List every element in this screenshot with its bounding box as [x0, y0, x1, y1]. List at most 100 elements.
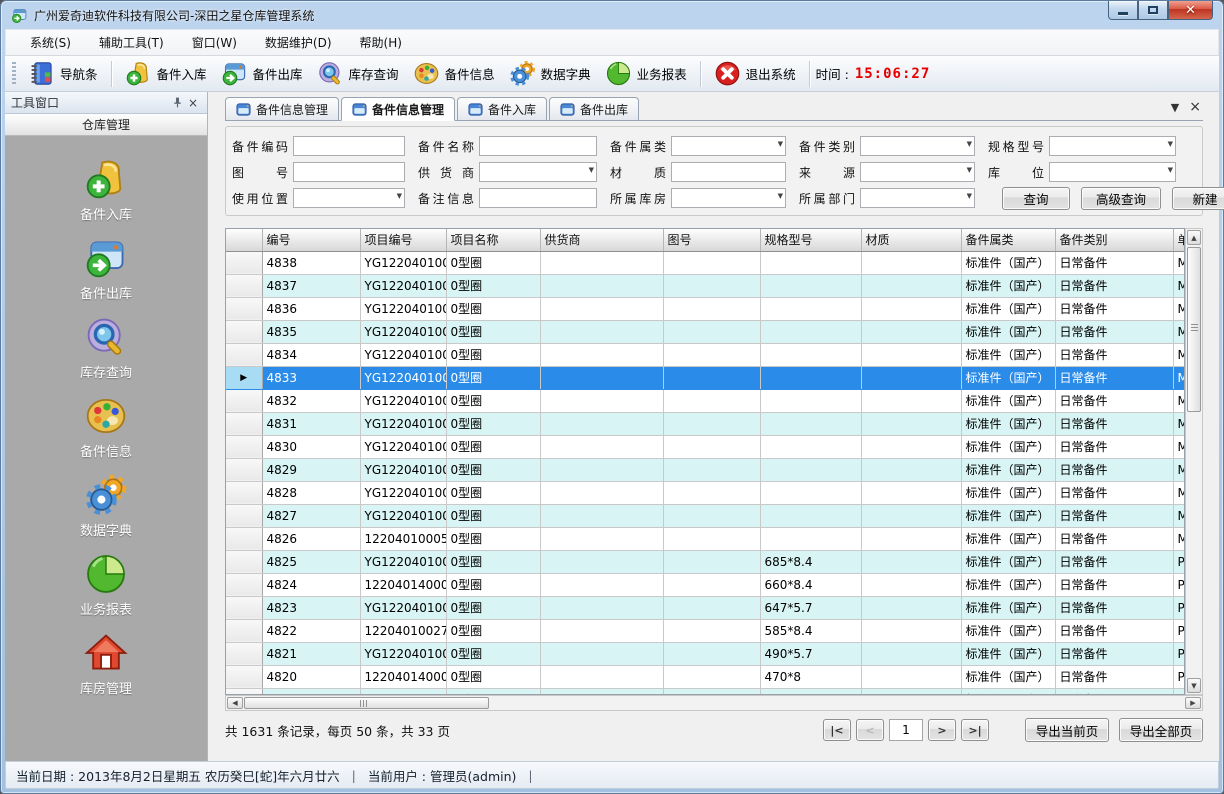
row-selector[interactable]: [226, 688, 262, 695]
sidebar-item-spare-out[interactable]: 备件出库: [31, 229, 181, 308]
scroll-left-icon[interactable]: ◀: [227, 697, 243, 709]
tab-close-button[interactable]: ×: [1189, 100, 1201, 114]
column-header[interactable]: 图号: [663, 229, 760, 251]
row-selector[interactable]: [226, 389, 262, 412]
row-selector[interactable]: [226, 665, 262, 688]
spec-model-select[interactable]: ▼: [1049, 136, 1176, 156]
tab-list-dropdown-button[interactable]: ▼: [1171, 102, 1179, 113]
vertical-scroll-thumb[interactable]: [1187, 247, 1201, 412]
column-header[interactable]: 单位: [1173, 229, 1185, 251]
table-row[interactable]: 4825YG122040100810型圈685*8.4标准件（国产）日常备件PC: [226, 550, 1185, 573]
toolbar-spare-in[interactable]: 备件入库: [118, 57, 214, 90]
export-all-pages-button[interactable]: 导出全部页: [1119, 718, 1203, 742]
supplier-select[interactable]: ▼: [479, 162, 597, 182]
column-header[interactable]: 备件类别: [1055, 229, 1173, 251]
tab-spare-in[interactable]: 备件入库: [457, 97, 547, 120]
part-category-select[interactable]: ▼: [671, 136, 786, 156]
row-selector[interactable]: ▶: [226, 366, 262, 389]
part-code-input[interactable]: [293, 136, 405, 156]
remark-input[interactable]: [479, 188, 597, 208]
sidebar-item-inventory-search[interactable]: 库存查询: [31, 308, 181, 387]
sidebar-group-header[interactable]: 仓库管理: [5, 114, 207, 136]
usage-position-select[interactable]: ▼: [293, 188, 405, 208]
row-selector[interactable]: [226, 527, 262, 550]
table-row[interactable]: 4837YG122040100920型圈标准件（国产）日常备件M: [226, 274, 1185, 297]
column-header[interactable]: 项目编号: [360, 229, 446, 251]
column-header[interactable]: 规格型号: [760, 229, 861, 251]
bin-location-select[interactable]: ▼: [1049, 162, 1176, 182]
prev-page-button[interactable]: <: [856, 719, 884, 741]
menu-data-maintain[interactable]: 数据维护(D): [251, 29, 346, 56]
row-selector[interactable]: [226, 251, 262, 274]
minimize-button[interactable]: [1108, 1, 1138, 20]
last-page-button[interactable]: >|: [961, 719, 989, 741]
toolbar-business-report[interactable]: 业务报表: [598, 57, 694, 90]
export-current-page-button[interactable]: 导出当前页: [1025, 718, 1109, 742]
vertical-scrollbar[interactable]: ▲ ▼: [1185, 228, 1203, 695]
table-row[interactable]: 4821YG122040100790型圈490*5.7标准件（国产）日常备件PC: [226, 642, 1185, 665]
maximize-button[interactable]: [1138, 1, 1168, 20]
table-row[interactable]: 4836YG122040100910型圈标准件（国产）日常备件M: [226, 297, 1185, 320]
toolbar-grip[interactable]: [12, 62, 16, 86]
table-row[interactable]: 4832YG122040100870型圈标准件（国产）日常备件M: [226, 389, 1185, 412]
horizontal-scrollbar[interactable]: ◀ ▶: [225, 695, 1203, 711]
sidebar-item-spare-info[interactable]: 备件信息: [31, 387, 181, 466]
row-selector[interactable]: [226, 481, 262, 504]
source-select[interactable]: ▼: [860, 162, 975, 182]
sidebar-item-spare-in[interactable]: 备件入库: [31, 150, 181, 229]
page-number-input[interactable]: 1: [889, 719, 923, 741]
table-row[interactable]: 4835YG122040100900型圈标准件（国产）日常备件M: [226, 320, 1185, 343]
department-select[interactable]: ▼: [860, 188, 975, 208]
table-row[interactable]: 482012204014000130型圈470*8标准件（国产）日常备件PC: [226, 665, 1185, 688]
sidebar-item-warehouse-manage[interactable]: 库房管理: [31, 624, 181, 703]
scroll-down-icon[interactable]: ▼: [1187, 678, 1201, 693]
row-selector[interactable]: [226, 596, 262, 619]
menu-window[interactable]: 窗口(W): [178, 29, 251, 56]
row-selector[interactable]: [226, 573, 262, 596]
row-selector[interactable]: [226, 550, 262, 573]
row-selector[interactable]: [226, 435, 262, 458]
row-selector[interactable]: [226, 274, 262, 297]
part-type-select[interactable]: ▼: [860, 136, 975, 156]
sidebar-item-business-report[interactable]: 业务报表: [31, 545, 181, 624]
tab-spare-out[interactable]: 备件出库: [549, 97, 639, 120]
tab-spare-info-manage-1[interactable]: 备件信息管理: [225, 97, 339, 120]
toolbar-spare-info[interactable]: 备件信息: [406, 57, 502, 90]
row-selector[interactable]: [226, 458, 262, 481]
table-row[interactable]: 4827YG122040100820型圈标准件（国产）日常备件M: [226, 504, 1185, 527]
row-selector[interactable]: [226, 619, 262, 642]
table-row[interactable]: 4831YG122040100860型圈标准件（国产）日常备件M: [226, 412, 1185, 435]
column-header[interactable]: 供货商: [540, 229, 663, 251]
column-header[interactable]: 项目名称: [446, 229, 540, 251]
row-selector[interactable]: [226, 343, 262, 366]
row-selector[interactable]: [226, 297, 262, 320]
advanced-search-button[interactable]: 高级查询: [1081, 187, 1161, 210]
menu-aux-tools[interactable]: 辅助工具(T): [85, 29, 178, 56]
column-header[interactable]: 材质: [861, 229, 961, 251]
dock-close-button[interactable]: ×: [185, 95, 201, 111]
pin-button[interactable]: [169, 95, 185, 111]
table-row[interactable]: 482212204010027000型圈585*8.4标准件（国产）日常备件PC: [226, 619, 1185, 642]
close-button[interactable]: ✕: [1168, 1, 1213, 20]
drawing-no-input[interactable]: [293, 162, 405, 182]
menu-help[interactable]: 帮助(H): [346, 29, 416, 56]
tab-spare-info-manage-2[interactable]: 备件信息管理: [341, 97, 455, 121]
scroll-right-icon[interactable]: ▶: [1185, 697, 1201, 709]
toolbar-inventory-search[interactable]: 库存查询: [310, 57, 406, 90]
row-selector[interactable]: [226, 504, 262, 527]
table-row[interactable]: 482612204010005990型圈标准件（国产）日常备件M: [226, 527, 1185, 550]
scroll-up-icon[interactable]: ▲: [1187, 230, 1201, 245]
toolbar-nav-bar[interactable]: 导航条: [21, 57, 105, 90]
row-selector[interactable]: [226, 642, 262, 665]
first-page-button[interactable]: |<: [823, 719, 851, 741]
sidebar-item-data-dictionary[interactable]: 数据字典: [31, 466, 181, 545]
material-input[interactable]: [671, 162, 786, 182]
toolbar-data-dictionary[interactable]: 数据字典: [502, 57, 598, 90]
horizontal-scroll-thumb[interactable]: [244, 697, 489, 709]
table-row[interactable]: 0型圈标准件（国产）日常备件: [226, 688, 1185, 695]
table-row[interactable]: 4823YG122040100800型圈647*5.7标准件（国产）日常备件PC: [226, 596, 1185, 619]
toolbar-exit-system[interactable]: 退出系统: [707, 57, 803, 90]
row-selector[interactable]: [226, 320, 262, 343]
table-row[interactable]: 4838YG122040100930型圈标准件（国产）日常备件M: [226, 251, 1185, 274]
warehouse-select[interactable]: ▼: [671, 188, 786, 208]
